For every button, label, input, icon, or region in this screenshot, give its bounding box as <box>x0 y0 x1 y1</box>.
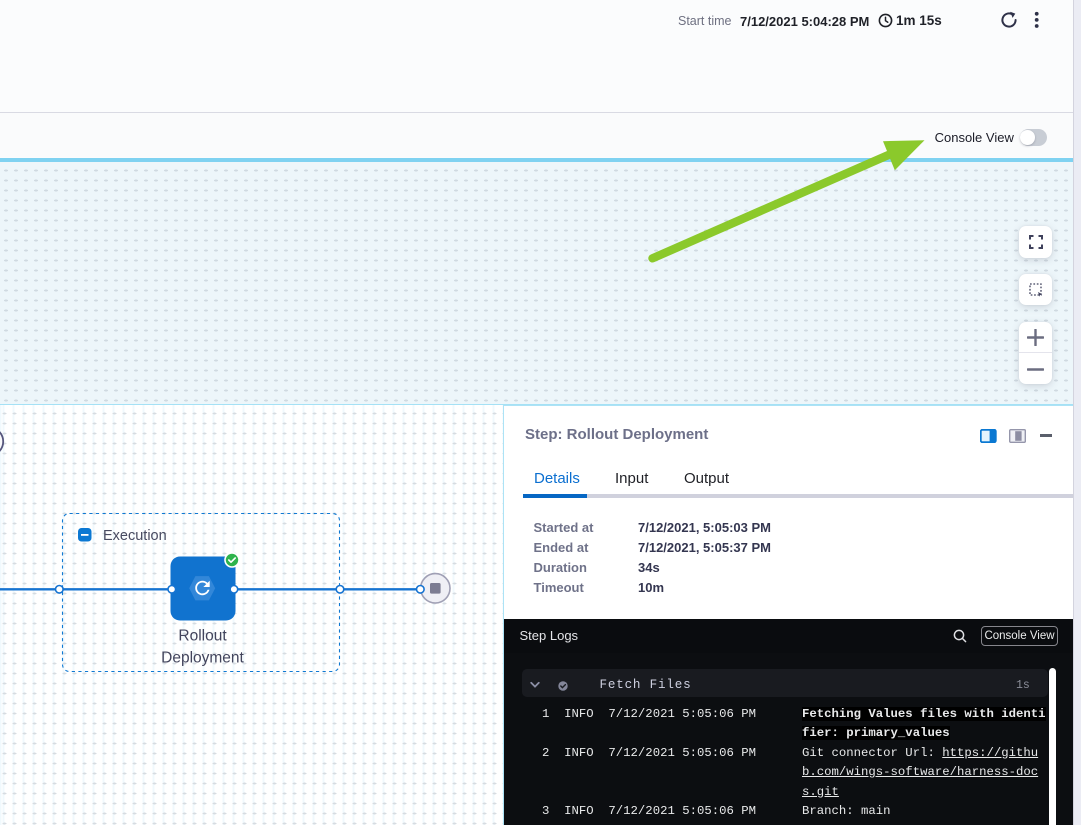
svg-text:Deployment: Deployment <box>161 649 244 666</box>
svg-text:Execution: Execution <box>103 528 167 544</box>
svg-text:Rollout: Rollout <box>178 627 227 644</box>
